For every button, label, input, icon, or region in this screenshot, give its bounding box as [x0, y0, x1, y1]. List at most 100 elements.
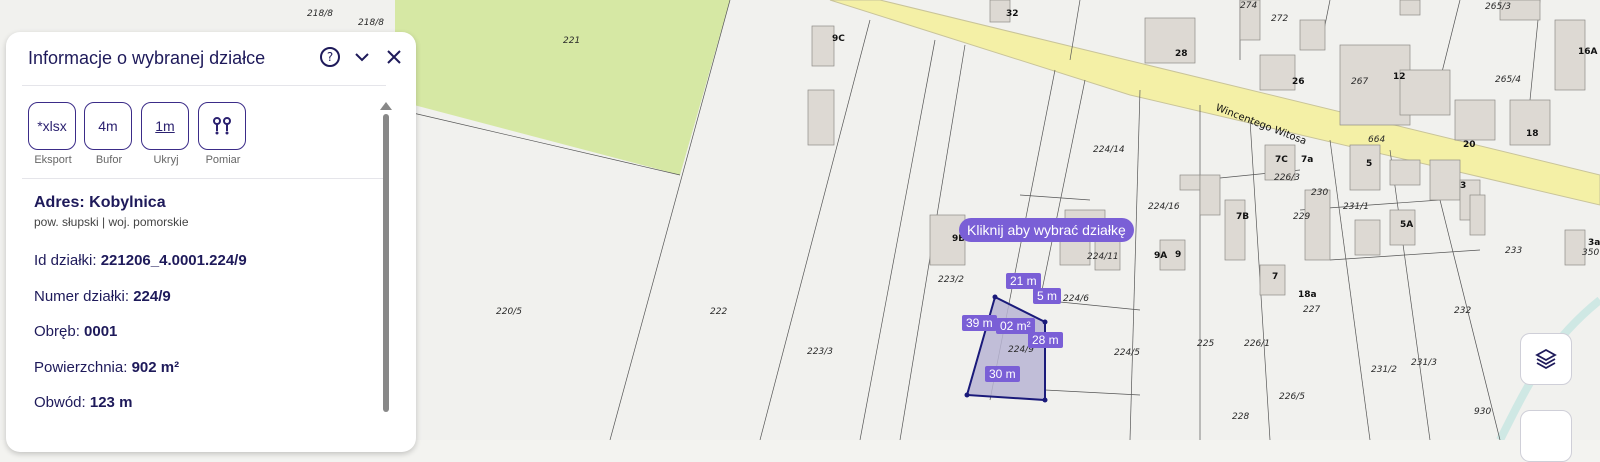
- parcel-label: 223/3: [807, 347, 833, 357]
- panel-header: Informacje o wybranej działce ?: [28, 46, 401, 72]
- house-number: 20: [1463, 140, 1476, 150]
- parcel-label: 930: [1474, 407, 1491, 417]
- id-row: Id działki: 221206_4.0001.224/9: [34, 252, 247, 269]
- parcel-label: 231/3: [1411, 358, 1437, 368]
- measure-label: 30 m: [985, 366, 1020, 382]
- region-text: pow. słupski | woj. pomorskie: [34, 215, 189, 229]
- tool-label: Eksport: [34, 154, 72, 166]
- house-number: 5A: [1400, 220, 1413, 230]
- parcel-info-panel: Informacje o wybranej działce ? *xlsx Ek…: [6, 32, 416, 452]
- tool-label: Bufor: [95, 154, 123, 166]
- address-label: Adres:: [34, 194, 85, 211]
- parcel-label: 224/14: [1093, 145, 1125, 155]
- perimeter-row: Obwód: 123 m: [34, 394, 132, 411]
- tool-label: Pomiar: [205, 154, 241, 166]
- parcel-label: 226/5: [1279, 392, 1305, 402]
- divider: [22, 178, 386, 179]
- parcel-label: 230: [1311, 188, 1328, 198]
- parcel-label: 231/1: [1343, 202, 1369, 212]
- measure-label: 39 m: [962, 315, 997, 331]
- scroll-up-arrow[interactable]: [380, 102, 392, 110]
- house-number: 32: [1006, 9, 1019, 19]
- house-number: 18: [1526, 129, 1539, 139]
- house-number: 7: [1272, 272, 1278, 282]
- measure-label: 21 m: [1006, 273, 1041, 289]
- parcel-label: 224/11: [1087, 252, 1119, 262]
- parcel-label: 226/1: [1244, 339, 1270, 349]
- parcel-label: 274: [1240, 1, 1257, 11]
- help-icon[interactable]: ?: [318, 46, 342, 70]
- parcel-label: 350: [1582, 248, 1599, 258]
- house-number: 7B: [1236, 212, 1249, 222]
- parcel-label: 226/3: [1274, 173, 1300, 183]
- area-value: 902 m²: [131, 359, 180, 376]
- layers-button[interactable]: [1520, 333, 1572, 385]
- divider: [22, 85, 386, 86]
- parcel-label: 218/8: [307, 9, 333, 19]
- parcel-label: 231/2: [1371, 365, 1397, 375]
- precinct-label: Obręb:: [34, 323, 80, 340]
- number-value: 224/9: [133, 288, 171, 305]
- house-number: 28: [1175, 49, 1188, 59]
- close-icon[interactable]: [382, 46, 406, 70]
- parcel-label: 227: [1303, 305, 1320, 315]
- measure-label: 5 m: [1033, 288, 1062, 304]
- panel-title: Informacje o wybranej działce: [28, 48, 266, 68]
- scrollbar[interactable]: [383, 114, 389, 412]
- address-value: Kobylnica: [89, 194, 166, 211]
- parcel-label: 223/2: [938, 275, 964, 285]
- number-row: Numer działki: 224/9: [34, 288, 171, 305]
- house-number: 7C: [1275, 155, 1288, 165]
- house-number: 5: [1366, 159, 1372, 169]
- parcel-label: 221: [563, 36, 580, 46]
- tool-label: Ukryj: [153, 154, 179, 166]
- hide-tool[interactable]: 1m Ukryj: [141, 102, 191, 166]
- map-control-button[interactable]: [1520, 410, 1572, 462]
- perimeter-label: Obwód:: [34, 394, 86, 411]
- parcel-label: 228: [1232, 412, 1249, 422]
- id-value: 221206_4.0001.224/9: [100, 252, 247, 269]
- precinct-row: Obręb: 0001: [34, 323, 117, 340]
- perimeter-value: 123 m: [89, 394, 133, 411]
- parcel-label: 265/4: [1495, 75, 1521, 85]
- house-number: 3: [1460, 181, 1466, 191]
- house-number: 12: [1393, 72, 1406, 82]
- measure-label: 28 m: [1028, 332, 1063, 348]
- pin-pair-icon: [213, 117, 231, 135]
- ruler-icon: 1m: [155, 118, 175, 134]
- parcel-label: 272: [1271, 14, 1288, 24]
- parcel-label: 232: [1454, 306, 1471, 316]
- export-button[interactable]: *xlsx: [28, 102, 76, 150]
- buffer-tool[interactable]: 4m Bufor: [84, 102, 134, 166]
- house-number: 7a: [1301, 155, 1313, 165]
- parcel-label: 229: [1293, 212, 1310, 222]
- parcel-label: 220/5: [496, 307, 522, 317]
- house-number: 26: [1292, 77, 1305, 87]
- measure-tool[interactable]: Pomiar: [198, 102, 248, 166]
- chevron-down-icon[interactable]: [350, 46, 374, 70]
- precinct-value: 0001: [84, 323, 118, 340]
- area-label: Powierzchnia:: [34, 359, 128, 376]
- buffer-icon: 4m: [98, 118, 118, 134]
- select-parcel-tooltip: Kliknij aby wybrać działkę: [959, 218, 1134, 242]
- measure-button[interactable]: [198, 102, 246, 150]
- parcel-label: 222: [710, 307, 727, 317]
- parcel-label: 265/3: [1485, 2, 1511, 12]
- house-number: 9C: [832, 34, 845, 44]
- parcel-label: 224/5: [1114, 348, 1140, 358]
- address-row: Adres: Kobylnica: [34, 194, 166, 212]
- id-label: Id działki:: [34, 252, 97, 269]
- area-row: Powierzchnia: 902 m²: [34, 359, 179, 376]
- house-number: 9A: [1154, 251, 1167, 261]
- layers-icon: [1535, 348, 1557, 370]
- hide-button[interactable]: 1m: [141, 102, 189, 150]
- house-number: 3a: [1588, 238, 1600, 248]
- svg-text:?: ?: [327, 50, 333, 64]
- parcel-label: 218/8: [358, 18, 384, 28]
- buffer-button[interactable]: 4m: [84, 102, 132, 150]
- house-number: 16A: [1578, 47, 1598, 57]
- parcel-label: 267: [1351, 77, 1368, 87]
- number-label: Numer działki:: [34, 288, 130, 305]
- export-tool[interactable]: *xlsx Eksport: [28, 102, 78, 166]
- xlsx-icon: *xlsx: [37, 118, 67, 134]
